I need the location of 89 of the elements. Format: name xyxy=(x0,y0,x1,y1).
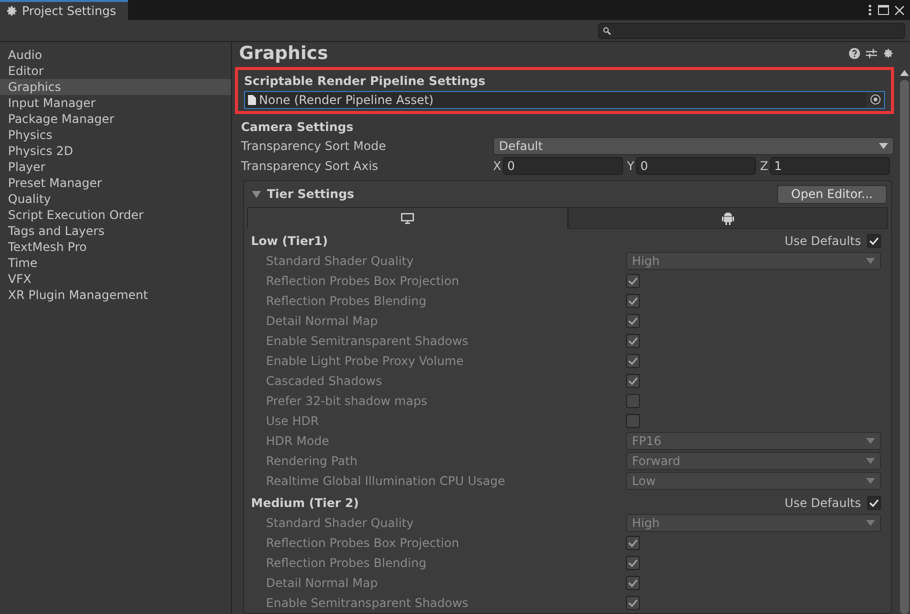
setting-label: Reflection Probes Box Projection xyxy=(266,536,460,550)
sidebar-item[interactable]: Audio xyxy=(0,47,231,63)
setting-checkbox[interactable] xyxy=(626,536,640,550)
search-field[interactable] xyxy=(598,22,905,38)
field-label: Transparency Sort Mode xyxy=(241,139,387,154)
sidebar-item[interactable]: Tags and Layers xyxy=(0,223,231,239)
setting-checkbox[interactable] xyxy=(626,576,640,590)
number-field[interactable]: 0 xyxy=(503,157,623,176)
sidebar-item[interactable]: Package Manager xyxy=(0,111,231,127)
setting-label: Enable Light Probe Proxy Volume xyxy=(266,354,465,368)
setting-label: Reflection Probes Box Projection xyxy=(266,274,460,288)
setting-label: Detail Normal Map xyxy=(266,576,379,590)
dropdown-arrow-icon xyxy=(866,458,875,464)
setting-label: Prefer 32-bit shadow maps xyxy=(266,394,428,408)
setting-checkbox[interactable] xyxy=(626,596,640,610)
sidebar-item[interactable]: Preset Manager xyxy=(0,175,231,191)
setting-checkbox[interactable] xyxy=(626,274,640,288)
dropdown-arrow-icon xyxy=(866,438,875,444)
sidebar-item[interactable]: TextMesh Pro xyxy=(0,239,231,255)
sliders-icon[interactable] xyxy=(866,48,877,60)
more-icon[interactable] xyxy=(868,4,872,16)
use-defaults-checkbox[interactable] xyxy=(867,234,881,248)
expanded-triangle-icon[interactable] xyxy=(252,190,261,199)
section-heading: Scriptable Render Pipeline Settings xyxy=(244,72,486,89)
maximize-icon[interactable] xyxy=(878,5,889,15)
setting-checkbox[interactable] xyxy=(626,556,640,570)
axis-label: Y xyxy=(626,159,634,174)
checkbox-label: Use Defaults xyxy=(784,234,861,248)
sidebar-item[interactable]: XR Plugin Management xyxy=(0,287,231,303)
help-icon[interactable] xyxy=(849,48,860,60)
monitor-icon xyxy=(400,213,414,224)
section-heading: Camera Settings xyxy=(241,118,354,135)
gear-icon[interactable] xyxy=(883,48,894,60)
setting-label: Reflection Probes Blending xyxy=(266,556,428,570)
sidebar-item[interactable]: Quality xyxy=(0,191,231,207)
sort-mode-dropdown[interactable]: Default xyxy=(493,137,894,156)
axis-label: X xyxy=(493,159,502,174)
setting-label: Cascaded Shadows xyxy=(266,374,383,388)
sidebar-item[interactable]: Physics xyxy=(0,127,231,143)
sidebar-item[interactable]: Player xyxy=(0,159,231,175)
close-icon[interactable] xyxy=(895,6,904,14)
setting-checkbox[interactable] xyxy=(626,294,640,308)
object-picker-button[interactable] xyxy=(866,92,884,108)
setting-checkbox[interactable] xyxy=(626,374,640,388)
section-heading: Tier Settings xyxy=(267,186,354,202)
number-field[interactable]: 1 xyxy=(770,157,890,176)
sidebar-item[interactable]: Script Execution Order xyxy=(0,207,231,223)
setting-checkbox[interactable] xyxy=(626,394,640,408)
sidebar-item[interactable]: VFX xyxy=(0,271,231,287)
file-icon xyxy=(248,94,256,105)
setting-label: Detail Normal Map xyxy=(266,314,379,328)
setting-label: Enable Semitransparent Shadows xyxy=(266,596,470,610)
setting-label: Standard Shader Quality xyxy=(266,254,415,268)
setting-checkbox[interactable] xyxy=(626,354,640,368)
axis-label: Z xyxy=(760,159,768,174)
search-icon xyxy=(603,26,611,34)
setting-label: Enable Semitransparent Shadows xyxy=(266,334,470,348)
field-label: Transparency Sort Axis xyxy=(241,159,380,174)
setting-label: Reflection Probes Blending xyxy=(266,294,428,308)
sidebar-item[interactable]: Editor xyxy=(0,63,231,79)
dropdown-arrow-icon xyxy=(866,520,875,526)
robot-icon xyxy=(722,212,734,225)
tier-heading: Medium (Tier 2) xyxy=(251,495,359,512)
dropdown-arrow-icon xyxy=(866,478,875,484)
window-tab[interactable]: Project Settings xyxy=(0,0,128,20)
setting-checkbox[interactable] xyxy=(626,414,640,428)
setting-label: Standard Shader Quality xyxy=(266,516,415,530)
checkbox-label: Use Defaults xyxy=(784,496,861,510)
setting-label: Use HDR xyxy=(266,414,320,428)
number-field[interactable]: 0 xyxy=(636,157,756,176)
setting-checkbox[interactable] xyxy=(626,314,640,328)
dropdown-arrow-icon xyxy=(879,143,888,150)
sidebar-item[interactable]: Graphics xyxy=(0,79,231,95)
dropdown-arrow-icon xyxy=(866,258,875,264)
setting-checkbox[interactable] xyxy=(626,334,640,348)
scroll-up-icon[interactable] xyxy=(900,70,908,76)
setting-label: HDR Mode xyxy=(266,434,330,448)
setting-label: Rendering Path xyxy=(266,454,358,468)
open-editor-button[interactable]: Open Editor... xyxy=(777,184,887,204)
use-defaults-checkbox[interactable] xyxy=(867,496,881,510)
gear-icon xyxy=(6,5,18,17)
scrollbar-thumb[interactable] xyxy=(900,80,908,614)
sidebar-item[interactable]: Input Manager xyxy=(0,95,231,111)
sidebar-item[interactable]: Time xyxy=(0,255,231,271)
setting-label: Realtime Global Illumination CPU Usage xyxy=(266,474,506,488)
sidebar-item[interactable]: Physics 2D xyxy=(0,143,231,159)
object-field[interactable]: None (Render Pipeline Asset) xyxy=(244,90,885,109)
page-title: Graphics xyxy=(238,43,328,64)
tier-heading: Low (Tier1) xyxy=(251,233,328,250)
